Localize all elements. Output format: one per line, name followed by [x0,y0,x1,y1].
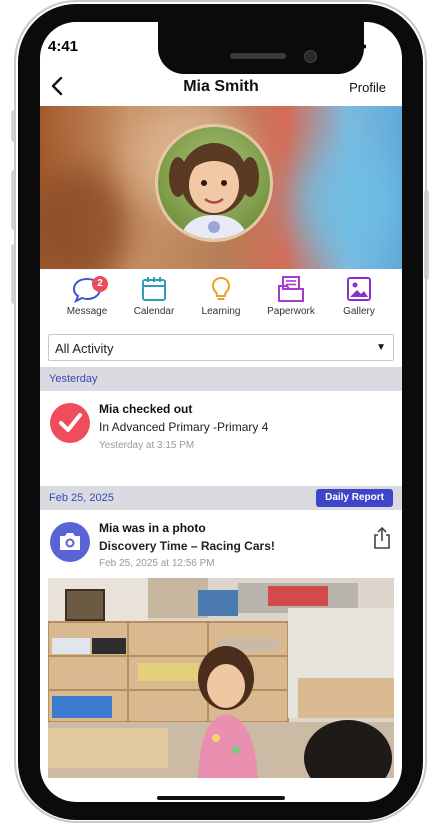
dropdown-arrow-icon: ▼ [376,342,386,353]
nav-bar: Mia Smith Profile [40,70,402,106]
avatar[interactable] [155,124,273,242]
message-button[interactable]: 2 Message [52,275,122,317]
checkout-status-icon [50,403,90,443]
section-header-yesterday: Yesterday [40,367,402,391]
share-icon [374,526,390,549]
daily-report-button[interactable]: Daily Report [316,489,393,507]
section-date: Feb 25, 2025 [49,492,114,504]
activity-filter-dropdown[interactable]: All Activity ▼ [48,334,394,361]
activity-title: Mia checked out [99,402,193,416]
section-header-feb-25: Feb 25, 2025 Daily Report [40,486,402,510]
learning-button[interactable]: Learning [186,275,256,317]
calendar-label: Calendar [133,306,175,317]
activity-time: Yesterday at 3:15 PM [99,440,195,451]
activity-subtitle: Discovery Time – Racing Cars! [99,539,275,553]
paperwork-label: Paperwork [267,306,315,317]
calendar-button[interactable]: Calendar [119,275,189,317]
banner-blur [40,166,130,269]
notch [158,22,364,74]
share-button[interactable] [372,526,392,555]
lightbulb-icon [211,276,231,300]
front-camera [304,50,317,63]
action-bar: 2 Message Calendar Learning Paperwork Ga… [40,270,402,326]
home-indicator[interactable] [157,796,285,800]
child-portrait-image [169,143,259,239]
activity-title: Mia was in a photo [99,521,206,535]
checkmark-icon [59,413,82,432]
activity-time: Feb 25, 2025 at 12:56 PM [99,558,215,569]
page-title: Mia Smith [183,78,259,95]
banner-blur [290,146,400,256]
section-date: Yesterday [49,373,98,385]
gallery-icon [347,277,371,301]
paperwork-button[interactable]: Paperwork [256,275,326,317]
gallery-label: Gallery [343,306,375,317]
activity-photo[interactable] [48,578,394,778]
activity-filter-value: All Activity [55,341,114,356]
message-badge: 2 [92,276,108,292]
speaker [230,53,286,59]
gallery-button[interactable]: Gallery [324,275,394,317]
profile-link[interactable]: Profile [349,80,386,95]
message-label: Message [66,306,108,317]
photo-activity-icon [50,522,90,562]
calendar-icon [142,277,166,301]
learning-label: Learning [201,306,241,317]
camera-icon [60,533,80,550]
folder-icon [278,276,304,302]
classroom-photo-image [48,578,394,778]
status-time: 4:41 [48,38,79,55]
activity-subtitle: In Advanced Primary -Primary 4 [99,420,269,434]
